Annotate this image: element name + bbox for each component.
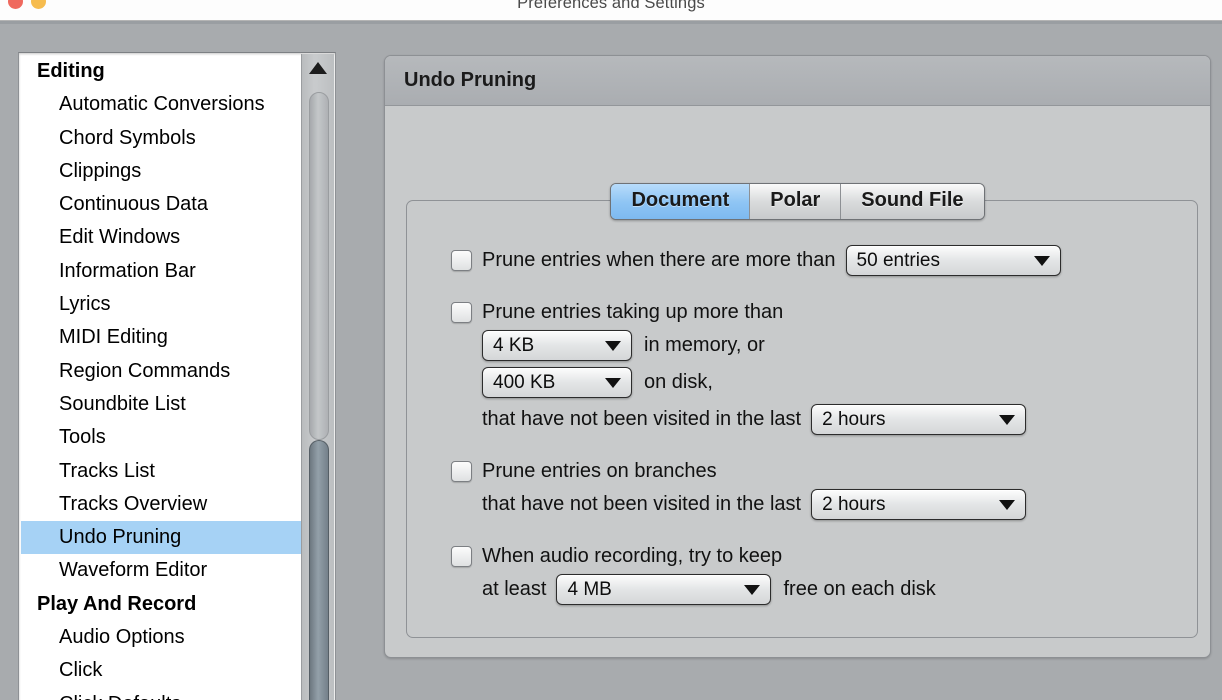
sidebar-item-tools[interactable]: Tools (21, 421, 303, 454)
settings-category-list[interactable]: Editing Automatic Conversions Chord Symb… (18, 52, 336, 700)
sidebar-item-undo-pruning[interactable]: Undo Pruning (21, 521, 303, 555)
prune-size-visited-label: that have not been visited in the last (482, 408, 802, 430)
scrollbar-track-upper[interactable] (309, 92, 329, 440)
row-prune-size-disk: 400 KB on disk, (451, 367, 1151, 398)
audio-recording-suffix: free on each disk (783, 578, 936, 600)
row-audio-recording-free-space: at least 4 MB free on each disk (451, 574, 1151, 605)
sidebar-item-audio-options[interactable]: Audio Options (21, 621, 303, 654)
audio-recording-label: When audio recording, try to keep (482, 545, 783, 567)
tab-sound-file[interactable]: Sound File (841, 184, 984, 219)
prune-branches-visited-dropdown[interactable]: 2 hours (811, 489, 1027, 520)
prune-branches-visited-value: 2 hours (822, 493, 886, 515)
sidebar-item-waveform-editor[interactable]: Waveform Editor (21, 554, 303, 587)
scrollbar-thumb[interactable] (309, 440, 329, 700)
sidebar-item-click-defaults[interactable]: Click Defaults (21, 688, 303, 700)
title-bar: Preferences and Settings (0, 0, 1222, 21)
tab-group: Document Polar Sound File (610, 183, 985, 220)
sidebar-item-lyrics[interactable]: Lyrics (21, 288, 303, 321)
sidebar-item-chord-symbols[interactable]: Chord Symbols (21, 122, 303, 155)
prune-branches-label: Prune entries on branches (482, 460, 717, 482)
sidebar-item-information-bar[interactable]: Information Bar (21, 255, 303, 288)
undo-pruning-form: Prune entries when there are more than 5… (451, 245, 1151, 605)
prune-count-checkbox[interactable] (451, 250, 472, 271)
prune-disk-suffix: on disk, (644, 371, 713, 393)
audio-recording-dropdown[interactable]: 4 MB (556, 574, 772, 605)
chevron-down-icon (999, 499, 1016, 510)
row-audio-recording: When audio recording, try to keep (451, 545, 1151, 568)
settings-category-list-items: Editing Automatic Conversions Chord Symb… (21, 55, 303, 700)
row-prune-size-memory: 4 KB in memory, or (451, 330, 1151, 361)
window-title: Preferences and Settings (517, 0, 705, 12)
sidebar-group-play-and-record: Play And Record (37, 592, 197, 615)
sidebar-item-automatic-conversions[interactable]: Automatic Conversions (21, 88, 303, 121)
prune-memory-value: 4 KB (493, 334, 535, 356)
triangle-up-icon[interactable] (309, 62, 327, 74)
row-prune-branches: Prune entries on branches (451, 460, 1151, 483)
chevron-down-icon (1033, 255, 1050, 266)
sidebar-item-clippings[interactable]: Clippings (21, 155, 303, 188)
sidebar-item-tracks-list[interactable]: Tracks List (21, 455, 303, 488)
sidebar-item-continuous-data[interactable]: Continuous Data (21, 188, 303, 221)
row-prune-count: Prune entries when there are more than 5… (451, 245, 1151, 276)
panel-header: Undo Pruning (385, 56, 1210, 106)
tab-document[interactable]: Document (611, 184, 751, 219)
prune-memory-suffix: in memory, or (644, 334, 765, 356)
sidebar-item-soundbite-list[interactable]: Soundbite List (21, 388, 303, 421)
prune-size-label: Prune entries taking up more than (482, 301, 784, 323)
chevron-down-icon (999, 414, 1016, 425)
prune-count-label: Prune entries when there are more than (482, 249, 836, 271)
prune-size-visited-dropdown[interactable]: 2 hours (811, 404, 1027, 435)
row-prune-size-visited: that have not been visited in the last 2… (451, 404, 1151, 435)
prune-size-visited-value: 2 hours (822, 408, 886, 430)
sidebar-group-editing: Editing (37, 60, 105, 82)
sidebar-scrollbar[interactable] (301, 54, 334, 700)
prune-count-dropdown[interactable]: 50 entries (845, 245, 1061, 276)
prune-branches-checkbox[interactable] (451, 461, 472, 482)
chevron-down-icon (744, 584, 761, 595)
prune-disk-value: 400 KB (493, 371, 556, 393)
audio-recording-value: 4 MB (567, 578, 612, 600)
settings-detail-panel: Undo Pruning Document Polar Sound File P… (384, 55, 1211, 658)
prune-disk-dropdown[interactable]: 400 KB (482, 367, 632, 398)
sidebar-item-midi-editing[interactable]: MIDI Editing (21, 321, 303, 354)
sidebar-item-region-commands[interactable]: Region Commands (21, 355, 303, 388)
sidebar-item-click[interactable]: Click (21, 654, 303, 687)
prune-branches-visited-label: that have not been visited in the last (482, 493, 802, 515)
audio-recording-prefix: at least (482, 578, 547, 600)
title-separator (0, 21, 1222, 24)
sidebar-item-edit-windows[interactable]: Edit Windows (21, 221, 303, 254)
row-prune-size: Prune entries taking up more than (451, 301, 1151, 324)
prune-size-checkbox[interactable] (451, 302, 472, 323)
prune-count-value: 50 entries (856, 249, 940, 271)
row-prune-branches-visited: that have not been visited in the last 2… (451, 489, 1151, 520)
panel-body: Document Polar Sound File Prune entries … (385, 106, 1210, 657)
tab-bar: Document Polar Sound File (385, 183, 1210, 220)
audio-recording-checkbox[interactable] (451, 546, 472, 567)
tab-polar[interactable]: Polar (750, 184, 842, 219)
preferences-window: Preferences and Settings Editing Automat… (0, 0, 1222, 700)
page-title: Undo Pruning (404, 69, 537, 91)
prune-memory-dropdown[interactable]: 4 KB (482, 330, 632, 361)
chevron-down-icon (605, 340, 621, 351)
chevron-down-icon (605, 377, 621, 388)
sidebar-item-tracks-overview[interactable]: Tracks Overview (21, 488, 303, 521)
